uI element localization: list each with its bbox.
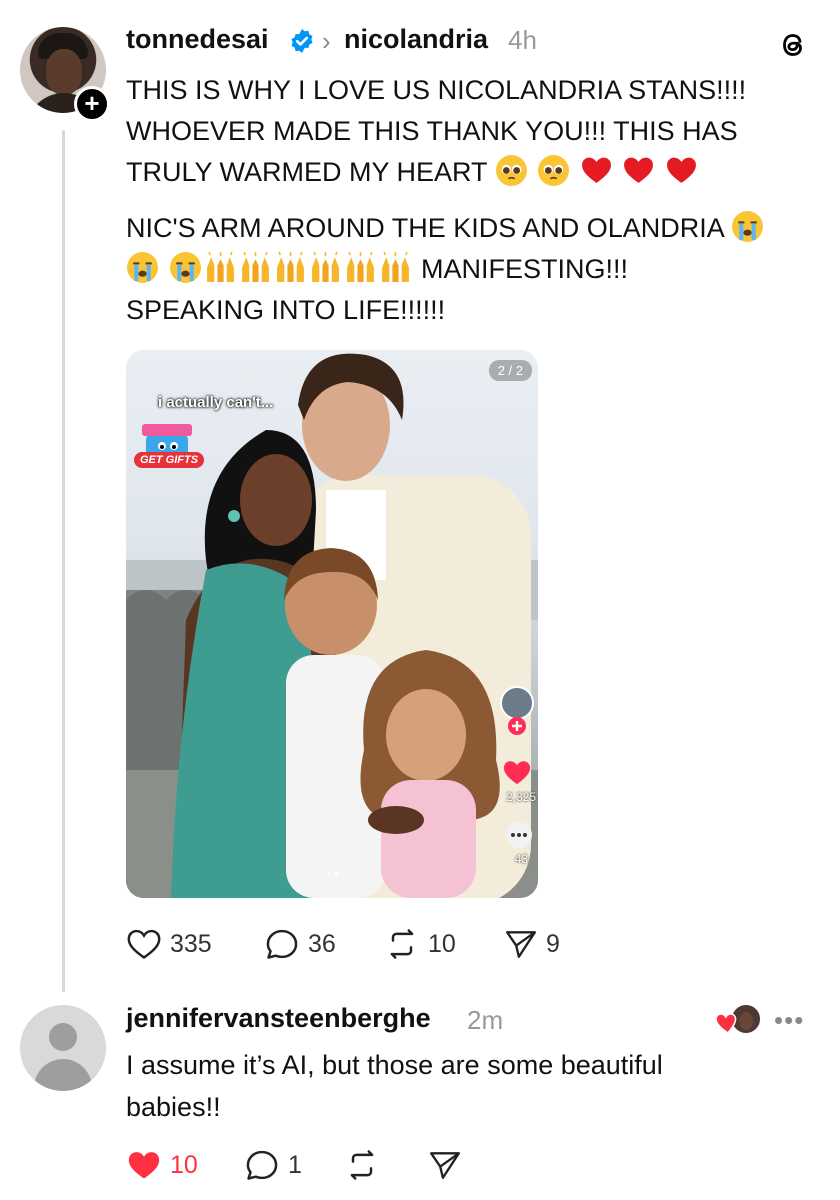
repost-button[interactable]: 10 [384, 927, 456, 961]
reply-like-button[interactable]: 10 [126, 1148, 198, 1182]
post-line-with-emoji: TRULY WARMED MY HEART [126, 152, 826, 193]
post-media-image[interactable]: 2 / 2 i actually can't... GET GIFTS 2,32… [126, 350, 538, 898]
loudly-crying-face-emoji-icon [127, 252, 158, 283]
reply-share-button[interactable] [428, 1148, 470, 1182]
get-gifts-badge[interactable]: GET GIFTS [134, 452, 205, 468]
more-options-button[interactable]: ••• [774, 1005, 804, 1036]
post-line-with-emoji: MANIFESTING!!! [126, 249, 826, 290]
like-count: 335 [170, 929, 212, 958]
post-line-with-emoji: NIC'S ARM AROUND THE KIDS AND OLANDRIA [126, 208, 826, 249]
repost-count: 10 [428, 929, 456, 958]
reply-author-username[interactable]: jennifervansteenberghe [126, 1003, 431, 1034]
post-line: SPEAKING INTO LIFE!!!!!! [126, 295, 446, 325]
carousel-dots [327, 871, 339, 875]
raising-hands-emoji-icon [276, 251, 304, 282]
reply-like-count: 10 [170, 1150, 198, 1179]
reply-comment-count: 1 [288, 1150, 302, 1179]
reply-chevron-icon: › [322, 26, 331, 56]
share-button[interactable]: 9 [504, 927, 560, 961]
creator-avatar-icon[interactable] [500, 686, 534, 758]
pleading-face-emoji-icon [538, 155, 570, 186]
red-heart-emoji-icon [581, 157, 611, 183]
raising-hands-emoji-icon [381, 251, 409, 282]
repost-icon [390, 929, 414, 959]
media-like-heart-icon[interactable] [502, 758, 532, 786]
share-count: 9 [546, 929, 560, 958]
thread-connector-line [62, 130, 65, 992]
send-icon [430, 1152, 460, 1179]
post-line: WHOEVER MADE THIS THANK YOU!!! THIS HAS [126, 116, 738, 146]
reply-line: I assume it’s AI, but those are some bea… [126, 1050, 663, 1080]
follow-plus-button[interactable]: + [74, 86, 110, 122]
loudly-crying-face-emoji-icon [169, 252, 201, 283]
comment-count: 36 [308, 929, 336, 958]
reply-comment-button[interactable]: 1 [244, 1148, 302, 1182]
author-username[interactable]: tonnedesai [126, 24, 269, 55]
raising-hands-emoji-icon [311, 251, 339, 282]
liked-by-author-avatar-icon [715, 1003, 762, 1035]
raising-hands-emoji-icon [206, 251, 234, 282]
comment-bubble-icon [246, 1150, 278, 1180]
red-heart-emoji-icon [624, 157, 654, 183]
reply-repost-button[interactable] [344, 1148, 388, 1182]
raising-hands-emoji-icon [241, 251, 269, 282]
heart-outline-icon [127, 929, 161, 960]
like-button[interactable]: 335 [126, 927, 212, 961]
video-overlay-caption: i actually can't... [158, 394, 274, 411]
post-body-paragraph-2: NIC'S ARM AROUND THE KIDS AND OLANDRIA M… [126, 208, 826, 331]
post-line: THIS IS WHY I LOVE US NICOLANDRIA STANS!… [126, 75, 747, 105]
comment-button[interactable]: 36 [264, 927, 336, 961]
threads-logo-icon[interactable] [776, 28, 810, 62]
repost-icon [350, 1150, 374, 1180]
reply-to-username[interactable]: nicolandria [344, 24, 488, 55]
pleading-face-emoji-icon [495, 155, 527, 186]
red-heart-emoji-icon [666, 157, 696, 183]
reply-timestamp: 2m [467, 1005, 504, 1035]
media-page-indicator: 2 / 2 [488, 360, 532, 381]
loudly-crying-face-emoji-icon [731, 211, 763, 242]
verified-badge-icon [291, 29, 313, 53]
reply-line: babies!! [126, 1092, 221, 1122]
post-body-paragraph-1: THIS IS WHY I LOVE US NICOLANDRIA STANS!… [126, 70, 826, 193]
post-timestamp: 4h [508, 25, 537, 55]
media-comment-count: 43 [514, 852, 528, 866]
reply-body: I assume it’s AI, but those are some bea… [126, 1044, 816, 1128]
raising-hands-emoji-icon [346, 251, 374, 282]
heart-filled-icon [128, 1152, 160, 1179]
reply-author-avatar[interactable] [20, 1005, 106, 1091]
send-icon [506, 931, 536, 958]
comment-bubble-icon [266, 929, 298, 959]
media-comment-icon[interactable] [504, 820, 534, 850]
media-like-count: 2,325 [505, 790, 536, 804]
